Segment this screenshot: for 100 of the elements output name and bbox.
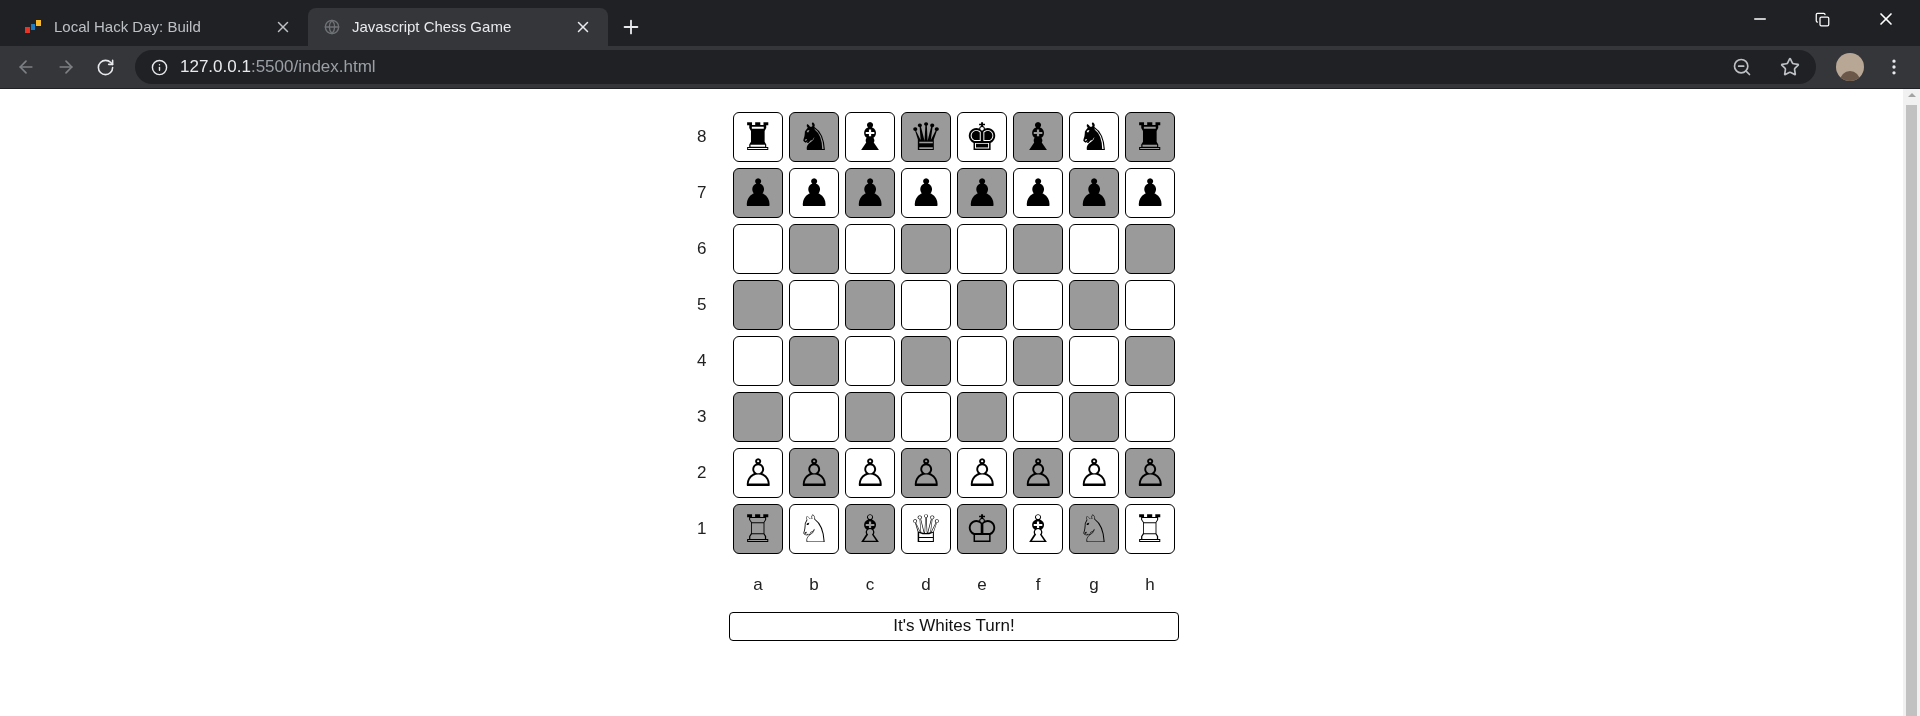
board-square[interactable] — [1125, 280, 1175, 330]
board-square[interactable]: ♝ — [1013, 112, 1063, 162]
board-square[interactable]: ♟ — [1069, 168, 1119, 218]
board-square[interactable] — [901, 336, 951, 386]
board-square[interactable] — [1013, 392, 1063, 442]
chess-piece[interactable]: ♙ — [852, 454, 888, 492]
board-square[interactable]: ♗ — [1013, 504, 1063, 554]
chess-piece[interactable]: ♙ — [1020, 454, 1056, 492]
board-square[interactable]: ♕ — [901, 504, 951, 554]
chess-piece[interactable]: ♙ — [796, 454, 832, 492]
board-square[interactable] — [901, 224, 951, 274]
board-square[interactable]: ♜ — [733, 112, 783, 162]
board-square[interactable]: ♟ — [957, 168, 1007, 218]
board-square[interactable]: ♝ — [845, 112, 895, 162]
board-square[interactable] — [1125, 392, 1175, 442]
chess-piece[interactable]: ♟ — [964, 174, 1000, 212]
chess-piece[interactable]: ♗ — [1020, 510, 1056, 548]
chess-piece[interactable]: ♙ — [740, 454, 776, 492]
board-square[interactable] — [957, 224, 1007, 274]
chess-piece[interactable]: ♝ — [852, 118, 888, 156]
chess-piece[interactable]: ♟ — [1076, 174, 1112, 212]
board-square[interactable] — [1013, 280, 1063, 330]
reload-icon[interactable] — [96, 57, 115, 77]
board-square[interactable]: ♞ — [1069, 112, 1119, 162]
browser-tab[interactable]: Javascript Chess Game — [308, 8, 608, 46]
board-square[interactable]: ♞ — [789, 112, 839, 162]
board-square[interactable]: ♟ — [901, 168, 951, 218]
board-square[interactable]: ♜ — [1125, 112, 1175, 162]
board-square[interactable] — [1069, 224, 1119, 274]
board-square[interactable]: ♚ — [957, 112, 1007, 162]
board-square[interactable] — [789, 392, 839, 442]
chess-piece[interactable]: ♗ — [852, 510, 888, 548]
board-square[interactable]: ♟ — [733, 168, 783, 218]
chess-piece[interactable]: ♙ — [908, 454, 944, 492]
chess-piece[interactable]: ♙ — [964, 454, 1000, 492]
board-square[interactable] — [1125, 224, 1175, 274]
board-square[interactable]: ♛ — [901, 112, 951, 162]
chess-piece[interactable]: ♞ — [796, 118, 832, 156]
board-square[interactable]: ♙ — [1013, 448, 1063, 498]
board-square[interactable]: ♟ — [1125, 168, 1175, 218]
board-square[interactable] — [1013, 336, 1063, 386]
board-square[interactable] — [957, 336, 1007, 386]
zoom-out-icon[interactable] — [1732, 57, 1752, 77]
profile-avatar[interactable] — [1836, 53, 1864, 81]
chess-piece[interactable]: ♔ — [964, 510, 1000, 548]
chess-piece[interactable]: ♛ — [908, 118, 944, 156]
board-square[interactable]: ♙ — [957, 448, 1007, 498]
restore-icon[interactable] — [1815, 11, 1830, 27]
chess-piece[interactable]: ♘ — [796, 510, 832, 548]
board-square[interactable] — [1069, 392, 1119, 442]
chess-piece[interactable]: ♞ — [1076, 118, 1112, 156]
bookmark-star-icon[interactable] — [1780, 57, 1800, 77]
board-square[interactable]: ♙ — [1069, 448, 1119, 498]
board-square[interactable]: ♙ — [733, 448, 783, 498]
board-square[interactable]: ♙ — [1125, 448, 1175, 498]
board-square[interactable]: ♘ — [789, 504, 839, 554]
board-square[interactable] — [1069, 336, 1119, 386]
chess-piece[interactable]: ♖ — [1132, 510, 1168, 548]
board-square[interactable]: ♟ — [845, 168, 895, 218]
chess-piece[interactable]: ♟ — [852, 174, 888, 212]
chess-piece[interactable]: ♝ — [1020, 118, 1056, 156]
board-square[interactable] — [789, 280, 839, 330]
board-square[interactable]: ♗ — [845, 504, 895, 554]
board-square[interactable] — [845, 280, 895, 330]
board-square[interactable]: ♟ — [789, 168, 839, 218]
browser-tab[interactable]: Local Hack Day: Build — [8, 8, 308, 46]
board-square[interactable] — [901, 280, 951, 330]
board-square[interactable] — [1125, 336, 1175, 386]
board-square[interactable] — [845, 392, 895, 442]
chess-piece[interactable]: ♟ — [908, 174, 944, 212]
chess-piece[interactable]: ♘ — [1076, 510, 1112, 548]
chess-piece[interactable]: ♙ — [1132, 454, 1168, 492]
board-square[interactable]: ♙ — [845, 448, 895, 498]
address-bar[interactable]: 127.0.0.1:5500/index.html — [135, 50, 1816, 84]
board-square[interactable]: ♖ — [733, 504, 783, 554]
chess-piece[interactable]: ♟ — [740, 174, 776, 212]
board-square[interactable]: ♔ — [957, 504, 1007, 554]
scrollbar[interactable] — [1903, 89, 1920, 716]
board-square[interactable] — [733, 336, 783, 386]
chess-piece[interactable]: ♚ — [964, 118, 1000, 156]
board-square[interactable]: ♖ — [1125, 504, 1175, 554]
board-square[interactable] — [733, 224, 783, 274]
board-square[interactable]: ♘ — [1069, 504, 1119, 554]
chess-piece[interactable]: ♟ — [1020, 174, 1056, 212]
board-square[interactable] — [957, 392, 1007, 442]
board-square[interactable] — [733, 280, 783, 330]
chess-piece[interactable]: ♖ — [740, 510, 776, 548]
board-square[interactable] — [1069, 280, 1119, 330]
board-square[interactable] — [789, 336, 839, 386]
board-square[interactable]: ♟ — [1013, 168, 1063, 218]
board-square[interactable]: ♙ — [901, 448, 951, 498]
chess-piece[interactable]: ♙ — [1076, 454, 1112, 492]
board-square[interactable] — [845, 336, 895, 386]
board-square[interactable]: ♙ — [789, 448, 839, 498]
board-square[interactable] — [733, 392, 783, 442]
board-square[interactable] — [957, 280, 1007, 330]
board-square[interactable] — [901, 392, 951, 442]
board-square[interactable] — [845, 224, 895, 274]
chess-piece[interactable]: ♟ — [796, 174, 832, 212]
chess-piece[interactable]: ♕ — [908, 510, 944, 548]
